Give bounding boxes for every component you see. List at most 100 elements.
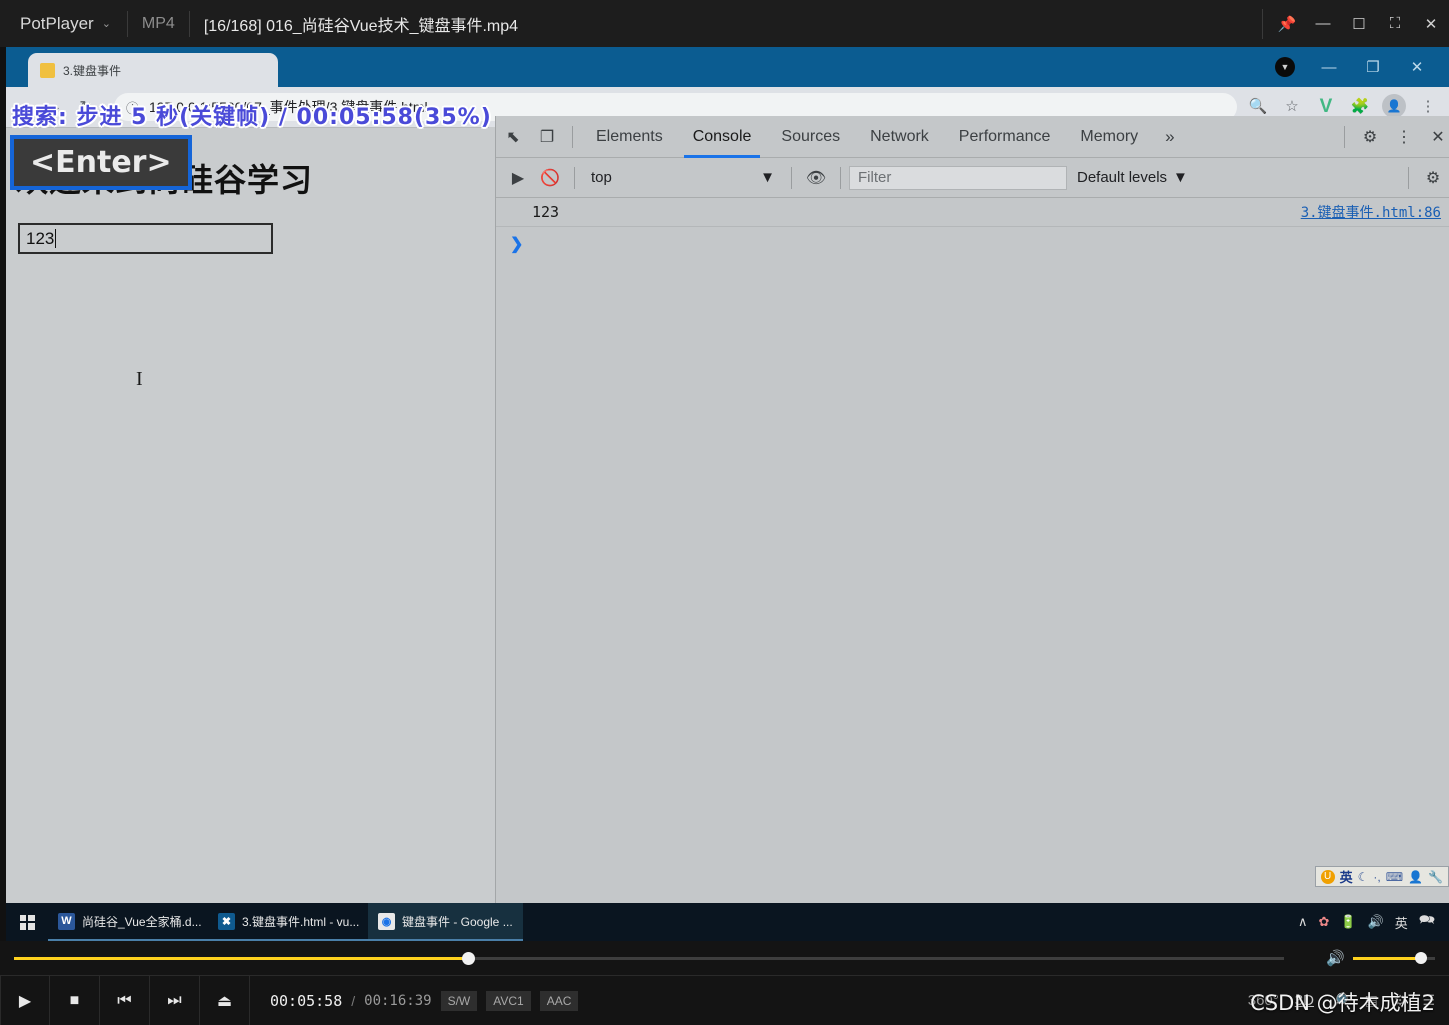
tray-security-icon[interactable]: ✿: [1319, 914, 1330, 930]
tab-network[interactable]: Network: [855, 116, 944, 158]
tab-sources[interactable]: Sources: [766, 116, 855, 158]
chrome-close-button[interactable]: ✕: [1395, 47, 1439, 87]
seek-slider[interactable]: [14, 952, 1284, 965]
console-prompt-caret-icon: ❯: [510, 236, 524, 253]
devtools-tab-divider: [572, 125, 573, 148]
mouse-text-cursor: I: [136, 368, 143, 390]
console-log-source-link[interactable]: 3.键盘事件.html:86: [1301, 202, 1441, 222]
chrome-profile-indicator[interactable]: ▼: [1263, 47, 1307, 87]
volume-icon[interactable]: 🔊: [1326, 949, 1345, 967]
ime-user-icon[interactable]: 👤: [1408, 870, 1423, 884]
play-button[interactable]: ▶: [0, 975, 50, 1025]
stop-button[interactable]: ■: [50, 975, 100, 1025]
console-log-row[interactable]: 123 3.键盘事件.html:86: [496, 198, 1449, 227]
tray-battery-icon[interactable]: 🔋: [1340, 914, 1356, 930]
keyboard-event-input[interactable]: 123: [18, 223, 273, 254]
console-levels-select[interactable]: Default levels ▼: [1067, 169, 1198, 186]
ime-floating-toolbar[interactable]: U 英 ☾ ·, ⌨ 👤 🔧: [1314, 866, 1449, 887]
tab-performance[interactable]: Performance: [944, 116, 1066, 158]
player-control-bar: 🔊 ▶ ■ ⏮ ⏭ ⏏ 00:05:58 / 00:16:39 S/W AVC1…: [0, 941, 1449, 1025]
previous-button[interactable]: ⏮: [100, 975, 150, 1025]
media-title: [16/168] 016_尚硅谷Vue技术_键盘事件.mp4: [203, 17, 519, 35]
console-toolbar-divider-2: [791, 166, 792, 189]
chrome-minimize-button[interactable]: —: [1307, 47, 1351, 87]
ime-punctuation-icon[interactable]: ·,: [1373, 870, 1380, 884]
device-toolbar-icon[interactable]: ❐: [530, 116, 564, 158]
input-value: 123: [26, 228, 55, 248]
console-context-value: top: [591, 169, 612, 186]
console-output[interactable]: 123 3.键盘事件.html:86 ❯ U 英 ☾ ·, ⌨ 👤 🔧: [496, 198, 1449, 941]
taskbar-item-word[interactable]: W 尚硅谷_Vue全家桶.d...: [48, 903, 208, 941]
console-toolbar-actions: ⚙: [1400, 162, 1449, 194]
ime-moon-icon[interactable]: ☾: [1358, 870, 1369, 884]
taskbar-item-vscode[interactable]: ✖ 3.键盘事件.html - vu...: [208, 903, 368, 941]
console-actions-divider: [1408, 166, 1409, 189]
tab-memory[interactable]: Memory: [1065, 116, 1153, 158]
tab-console[interactable]: Console: [678, 116, 767, 158]
tray-chevron-up-icon[interactable]: ∧: [1298, 914, 1308, 930]
video-surface[interactable]: 3.键盘事件 ▼ — ❐ ✕ ← → ↻ ⓘ 127.0.0.1:5500/07…: [0, 47, 1449, 941]
window-controls-divider: [1262, 8, 1263, 39]
chrome-browser-window: 3.键盘事件 ▼ — ❐ ✕ ← → ↻ ⓘ 127.0.0.1:5500/07…: [6, 47, 1449, 941]
potplayer-app-name: PotPlayer: [20, 13, 94, 33]
minimize-button[interactable]: —: [1305, 0, 1341, 47]
devtools-tab-bar: ⬉ ❐ Elements Console Sources Network Per…: [496, 116, 1449, 158]
eject-button[interactable]: ⏏: [200, 975, 250, 1025]
console-settings-gear-icon[interactable]: ⚙: [1417, 162, 1449, 194]
ime-mode-label[interactable]: 英: [1340, 867, 1353, 886]
taskbar-item-label: 键盘事件 - Google ...: [402, 914, 513, 929]
console-toolbar: ▶ 🚫 top ▼ 👁 Filter Default levels ▼ ⚙: [496, 158, 1449, 198]
chrome-icon: ◉: [378, 912, 395, 930]
windows-taskbar: W 尚硅谷_Vue全家桶.d... ✖ 3.键盘事件.html - vu... …: [6, 903, 1449, 941]
console-prompt[interactable]: ❯: [496, 227, 1449, 261]
ime-keyboard-icon[interactable]: ⌨: [1386, 870, 1403, 884]
browser-tab[interactable]: 3.键盘事件: [28, 53, 278, 87]
tray-volume-icon[interactable]: 🔊: [1368, 914, 1384, 930]
taskbar-item-chrome[interactable]: ◉ 键盘事件 - Google ...: [368, 903, 523, 941]
potplayer-app-menu[interactable]: PotPlayer ⌄: [0, 0, 127, 47]
page-viewport: 欢迎来到尚硅谷学习 123 I: [6, 127, 489, 941]
volume-slider[interactable]: [1353, 951, 1435, 964]
console-context-select[interactable]: top ▼: [583, 165, 783, 191]
next-button[interactable]: ⏭: [150, 975, 200, 1025]
system-tray: ∧ ✿ 🔋 🔊 英 🗪: [1298, 911, 1449, 933]
seek-handle[interactable]: [462, 952, 475, 965]
devtools-panel: ⬉ ❐ Elements Console Sources Network Per…: [495, 116, 1449, 941]
clear-console-icon[interactable]: 🚫: [534, 162, 566, 194]
pin-button[interactable]: 📌: [1269, 0, 1305, 47]
console-filter-input[interactable]: Filter: [849, 165, 1067, 190]
console-toolbar-divider: [574, 166, 575, 189]
current-time: 00:05:58: [270, 991, 343, 1010]
tray-notifications-icon[interactable]: 🗪: [1419, 911, 1435, 933]
console-toolbar-divider-3: [840, 166, 841, 189]
media-type-label: MP4: [141, 14, 175, 32]
close-button[interactable]: ✕: [1413, 0, 1449, 47]
ime-tools-icon[interactable]: 🔧: [1428, 870, 1443, 884]
seek-progress-fill: [14, 957, 469, 960]
tab-elements[interactable]: Elements: [581, 116, 678, 158]
volume-handle[interactable]: [1415, 951, 1427, 964]
badge-audio-codec: AAC: [539, 990, 579, 1011]
devtools-menu-icon[interactable]: ⋮: [1387, 116, 1421, 158]
more-tabs-icon[interactable]: »: [1153, 116, 1186, 158]
devtools-settings-gear-icon[interactable]: ⚙: [1353, 116, 1387, 158]
taskbar-item-label: 尚硅谷_Vue全家桶.d...: [82, 914, 202, 929]
chevron-down-icon: ▼: [1275, 57, 1295, 77]
chrome-restore-button[interactable]: ❐: [1351, 47, 1395, 87]
text-caret: [55, 229, 57, 248]
tray-ime-icon[interactable]: 英: [1395, 913, 1408, 932]
console-sidebar-toggle-icon[interactable]: ▶: [502, 162, 534, 194]
devtools-actions-divider: [1344, 125, 1345, 148]
devtools-close-icon[interactable]: ✕: [1421, 116, 1449, 158]
potplayer-title-bar: PotPlayer ⌄ MP4 [16/168] 016_尚硅谷Vue技术_键盘…: [0, 0, 1449, 47]
potplayer-window: PotPlayer ⌄ MP4 [16/168] 016_尚硅谷Vue技术_键盘…: [0, 0, 1449, 1025]
maximize-button[interactable]: ☐: [1341, 0, 1377, 47]
fullscreen-button[interactable]: ⛶: [1377, 0, 1413, 47]
live-expression-eye-icon[interactable]: 👁: [800, 162, 832, 194]
console-levels-value: Default levels: [1077, 169, 1168, 186]
time-separator: /: [351, 992, 356, 1009]
ime-logo-icon: U: [1320, 869, 1335, 884]
start-button[interactable]: [6, 903, 48, 941]
inspect-element-icon[interactable]: ⬉: [496, 116, 530, 158]
chrome-window-controls: ▼ — ❐ ✕: [1263, 47, 1439, 87]
